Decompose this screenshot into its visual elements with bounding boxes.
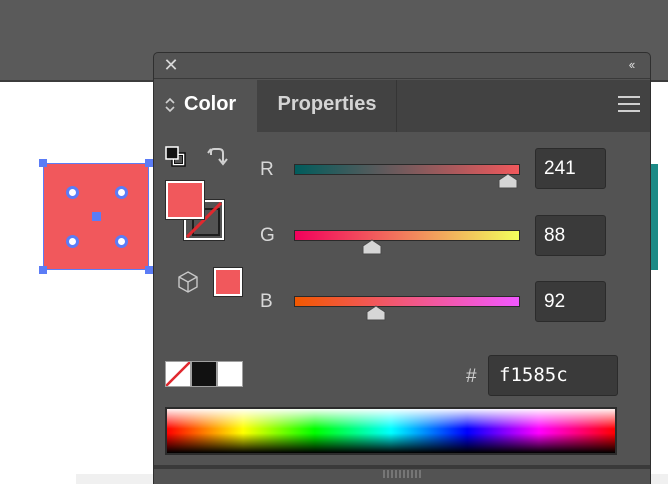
swap-arrow-icon[interactable] [205, 146, 229, 170]
selection-handle-bottom-right[interactable] [145, 266, 153, 274]
panel-tabbar: Color Properties [154, 80, 650, 132]
slider-track-b[interactable] [294, 296, 520, 307]
closest-color-swatch[interactable] [213, 267, 243, 297]
tab-properties[interactable]: Properties [258, 80, 397, 132]
spectrum-shade [167, 409, 615, 453]
channel-value-r[interactable]: 241 [535, 148, 606, 189]
tab-color-label: Color [184, 93, 237, 115]
selection-handle-top-right[interactable] [145, 159, 153, 167]
sort-arrows-icon[interactable] [164, 96, 176, 114]
channel-value-b[interactable]: 92 [535, 281, 606, 322]
corner-radius-widget-top-left[interactable] [66, 186, 79, 199]
hex-input[interactable]: f1585c [488, 355, 618, 396]
artboard-object-edge[interactable] [650, 164, 658, 270]
slider-track-r[interactable] [294, 164, 520, 175]
close-icon[interactable]: ✕ [162, 56, 180, 74]
slider-thumb-r[interactable] [498, 173, 518, 189]
channel-value-g[interactable]: 88 [535, 215, 606, 256]
hex-label: # [466, 366, 477, 387]
cube-icon[interactable] [176, 270, 200, 294]
resize-grip-icon[interactable] [382, 469, 422, 479]
tab-color[interactable]: Color [154, 80, 257, 132]
white-color-swatch[interactable] [217, 361, 243, 387]
slider-thumb-g[interactable] [362, 239, 382, 255]
slider-track-g[interactable] [294, 230, 520, 241]
fill-color-swatch[interactable] [165, 180, 205, 220]
double-chevron-left-icon[interactable]: ‹‹ [620, 56, 642, 74]
corner-radius-widget-bottom-left[interactable] [66, 235, 79, 248]
channel-label-r: R [260, 159, 274, 180]
color-spectrum-bar[interactable] [165, 407, 617, 455]
channel-label-g: G [260, 225, 275, 246]
black-color-swatch[interactable] [191, 361, 217, 387]
none-color-swatch[interactable] [165, 361, 191, 387]
panel-titlebar[interactable]: ✕ ‹‹ [154, 53, 650, 79]
corner-radius-widget-top-right[interactable] [115, 186, 128, 199]
default-fill-stroke-icon[interactable] [165, 146, 187, 168]
corner-radius-widget-bottom-right[interactable] [115, 235, 128, 248]
selection-handle-top-left[interactable] [39, 159, 47, 167]
color-panel: ✕ ‹‹ Color Properties R 241 G 88 B 92 # … [153, 52, 651, 484]
shape-center-point[interactable] [92, 212, 101, 221]
channel-label-b: B [260, 291, 273, 312]
tab-properties-label: Properties [277, 93, 377, 115]
selection-handle-bottom-left[interactable] [39, 266, 47, 274]
slider-thumb-b[interactable] [366, 305, 386, 321]
hamburger-menu-icon[interactable] [618, 96, 640, 114]
